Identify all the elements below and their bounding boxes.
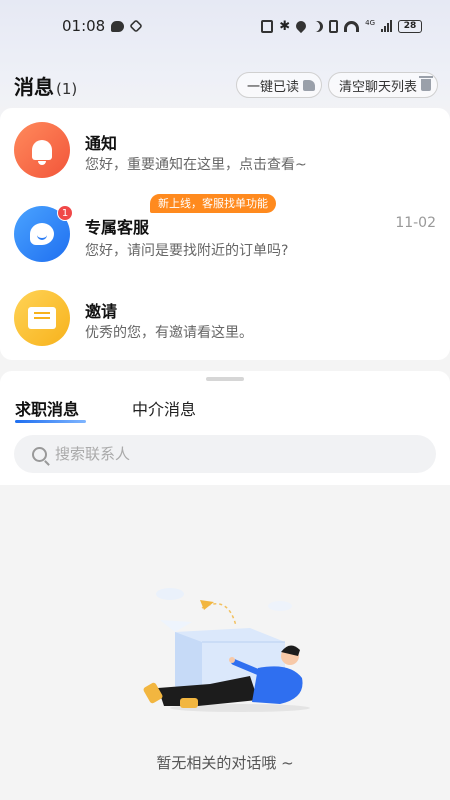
message-preview: 优秀的您，有邀请看这里。 <box>85 325 253 341</box>
nfc-icon <box>261 19 274 33</box>
search-icon <box>32 446 47 462</box>
message-item-invite[interactable]: 邀请 优秀的您，有邀请看这里。 <box>0 276 450 360</box>
new-feature-tag: 新上线，客服找单功能 <box>150 194 276 213</box>
message-name: 通知 <box>85 134 118 153</box>
clear-chat-list-button[interactable]: 清空聊天列表 <box>327 72 438 98</box>
search-bar[interactable] <box>14 435 436 473</box>
chat-face-icon <box>30 223 54 245</box>
status-time: 01:08 <box>62 17 106 35</box>
bluetooth-icon: ✱ <box>279 18 291 34</box>
signal-icon <box>381 20 392 32</box>
bell-icon <box>32 140 52 165</box>
app-notification-icon <box>129 19 144 33</box>
conversation-panel: 求职消息 中介消息 <box>0 371 450 485</box>
tab-job-messages[interactable]: 求职消息 <box>15 396 79 420</box>
active-tab-indicator <box>15 420 86 423</box>
battery-icon: 28 <box>398 19 422 33</box>
mark-all-read-button[interactable]: 一键已读 <box>235 72 322 98</box>
status-bar: 01:08 ✱ 4G 28 <box>0 0 450 52</box>
message-name: 专属客服 <box>85 218 150 237</box>
location-icon <box>294 18 309 34</box>
notice-avatar <box>14 122 70 178</box>
wifi-icon <box>344 20 360 32</box>
envelope-icon <box>28 307 56 329</box>
trash-icon <box>419 76 433 91</box>
tab-agency-messages[interactable]: 中介消息 <box>132 396 196 420</box>
unread-count: (1) <box>56 79 78 98</box>
message-list: 通知 您好，重要通知在这里，点击查看~ 1 新上线，客服找单功能 专属客服 11… <box>0 108 450 360</box>
message-item-customer-service[interactable]: 1 新上线，客服找单功能 专属客服 11-02 您好，请问是要找附近的订单吗? <box>0 192 450 276</box>
page-title: 消息 (1) <box>14 74 78 99</box>
message-time: 11-02 <box>395 215 436 231</box>
unread-badge: 1 <box>57 205 73 221</box>
search-input[interactable] <box>55 445 395 463</box>
network-type: 4G <box>365 18 375 27</box>
message-item-notice[interactable]: 通知 您好，重要通知在这里，点击查看~ <box>0 108 450 192</box>
broom-icon <box>302 79 315 91</box>
chat-notification-icon <box>111 20 125 32</box>
message-preview: 您好，重要通知在这里，点击查看~ <box>85 157 307 173</box>
empty-state-text: 暂无相关的对话哦 ~ <box>156 754 294 772</box>
page-header: 消息 (1) 一键已读 清空聊天列表 <box>14 68 438 102</box>
do-not-disturb-icon <box>312 21 323 32</box>
invite-avatar <box>14 290 70 346</box>
message-preview: 您好，请问是要找附近的订单吗? <box>85 243 289 259</box>
drag-handle[interactable] <box>206 377 244 381</box>
vibrate-icon <box>329 19 339 33</box>
message-name: 邀请 <box>85 302 118 321</box>
empty-state-illustration <box>143 588 310 712</box>
